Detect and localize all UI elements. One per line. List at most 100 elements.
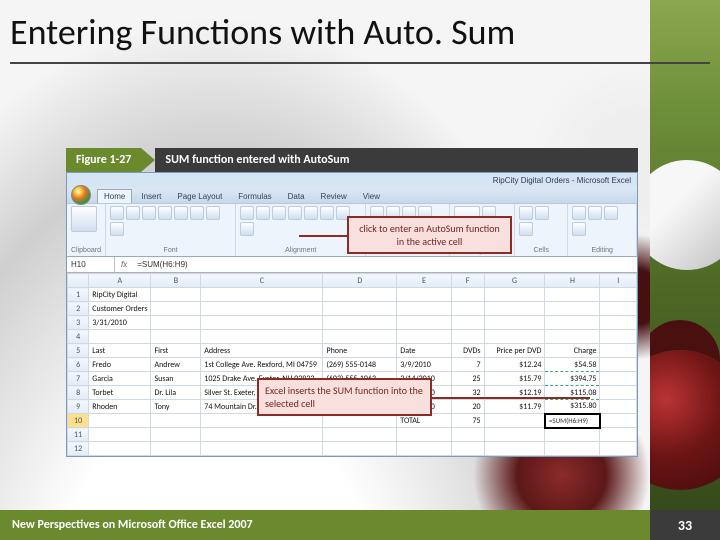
row-header[interactable]: 3 <box>68 316 89 330</box>
cell[interactable] <box>397 316 451 330</box>
formula-bar-input[interactable]: =SUM(H6:H9) <box>133 260 637 269</box>
cell[interactable] <box>545 302 600 316</box>
cell[interactable] <box>397 442 451 456</box>
row-header[interactable]: 10 <box>68 414 89 428</box>
cell[interactable] <box>484 316 545 330</box>
cell[interactable] <box>151 330 201 344</box>
cell[interactable]: Andrew <box>151 358 201 372</box>
cell[interactable]: Last <box>89 344 151 358</box>
cell[interactable]: 1st College Ave. Rexford, MI 04759 <box>201 358 323 372</box>
cell[interactable] <box>451 442 484 456</box>
row-header[interactable]: 1 <box>68 288 89 302</box>
cell[interactable] <box>151 288 201 302</box>
column-header[interactable]: F <box>451 274 484 288</box>
cell[interactable] <box>600 302 637 316</box>
ribbon-button-icon[interactable] <box>288 206 302 220</box>
cell[interactable] <box>545 288 600 302</box>
cell[interactable] <box>484 302 545 316</box>
cell[interactable] <box>323 330 397 344</box>
ribbon-button-icon[interactable] <box>240 222 254 236</box>
cell[interactable] <box>451 302 484 316</box>
cell[interactable] <box>600 316 637 330</box>
ribbon-button-icon[interactable] <box>535 206 549 220</box>
cell[interactable] <box>89 414 151 428</box>
cell[interactable]: =SUM(H6:H9) <box>545 414 600 428</box>
cell[interactable] <box>545 428 600 442</box>
cell[interactable]: $12.24 <box>484 358 545 372</box>
cell[interactable]: $15.79 <box>484 372 545 386</box>
ribbon-button-icon[interactable] <box>110 206 124 220</box>
ribbon-button-icon[interactable] <box>126 206 140 220</box>
cell[interactable] <box>545 442 600 456</box>
cell[interactable] <box>89 330 151 344</box>
cell[interactable]: Dr. Lila <box>151 386 201 400</box>
fx-icon[interactable]: fx <box>115 260 133 269</box>
row-header[interactable]: 12 <box>68 442 89 456</box>
row-header[interactable]: 4 <box>68 330 89 344</box>
cell[interactable] <box>600 330 637 344</box>
cell[interactable]: (269) 555-0148 <box>323 358 397 372</box>
cell[interactable] <box>151 414 201 428</box>
ribbon-tab[interactable]: Home <box>97 189 132 203</box>
ribbon-button-icon[interactable] <box>320 206 334 220</box>
cell[interactable] <box>151 302 201 316</box>
cell[interactable] <box>451 428 484 442</box>
row-header[interactable]: 9 <box>68 400 89 414</box>
row-header[interactable]: 5 <box>68 344 89 358</box>
column-header[interactable]: G <box>484 274 545 288</box>
cell[interactable] <box>600 344 637 358</box>
ribbon-button-icon[interactable] <box>110 222 124 236</box>
cell[interactable] <box>484 428 545 442</box>
cell[interactable] <box>323 442 397 456</box>
cell[interactable] <box>451 288 484 302</box>
cell[interactable]: Torbet <box>89 386 151 400</box>
cell[interactable] <box>451 330 484 344</box>
ribbon-button-icon[interactable] <box>604 206 618 220</box>
row-header[interactable]: 6 <box>68 358 89 372</box>
cell[interactable] <box>151 442 201 456</box>
cell[interactable] <box>451 316 484 330</box>
ribbon-button-icon[interactable] <box>158 206 172 220</box>
ribbon-button-icon[interactable] <box>174 206 188 220</box>
cell[interactable]: Phone <box>323 344 397 358</box>
cell[interactable] <box>151 316 201 330</box>
ribbon-button-icon[interactable] <box>190 206 204 220</box>
cell[interactable]: RipCity Digital <box>89 288 151 302</box>
cell[interactable] <box>600 372 637 386</box>
ribbon-tab[interactable]: Data <box>281 189 312 203</box>
cell[interactable] <box>600 288 637 302</box>
ribbon-button-icon[interactable] <box>142 206 156 220</box>
cell[interactable]: $315.80 <box>545 400 600 414</box>
cell[interactable]: 3/9/2010 <box>397 358 451 372</box>
cell[interactable] <box>323 302 397 316</box>
ribbon-tab[interactable]: View <box>356 189 387 203</box>
ribbon-button-icon[interactable] <box>71 206 97 232</box>
cell[interactable] <box>201 442 323 456</box>
cell[interactable] <box>201 330 323 344</box>
name-box[interactable]: H10 <box>67 257 115 272</box>
cell[interactable]: Price per DVD <box>484 344 545 358</box>
cell[interactable]: $54.58 <box>545 358 600 372</box>
cell[interactable] <box>600 400 637 414</box>
cell[interactable]: Fredo <box>89 358 151 372</box>
ribbon-button-icon[interactable] <box>206 206 220 220</box>
cell[interactable] <box>397 330 451 344</box>
cell[interactable] <box>484 330 545 344</box>
cell[interactable] <box>600 386 637 400</box>
cell[interactable] <box>323 288 397 302</box>
ribbon-button-icon[interactable] <box>588 206 602 220</box>
ribbon-tab[interactable]: Formulas <box>231 189 278 203</box>
ribbon-tab[interactable]: Review <box>314 189 354 203</box>
cell[interactable] <box>545 316 600 330</box>
cell[interactable] <box>600 414 637 428</box>
column-header[interactable]: B <box>151 274 201 288</box>
ribbon-button-icon[interactable] <box>240 206 254 220</box>
ribbon-tab[interactable]: Insert <box>134 189 168 203</box>
cell[interactable]: 25 <box>451 372 484 386</box>
column-header[interactable]: E <box>397 274 451 288</box>
ribbon-button-icon[interactable] <box>304 206 318 220</box>
cell[interactable] <box>600 428 637 442</box>
cell[interactable]: Garcia <box>89 372 151 386</box>
ribbon-button-icon[interactable] <box>272 206 286 220</box>
row-header[interactable]: 11 <box>68 428 89 442</box>
